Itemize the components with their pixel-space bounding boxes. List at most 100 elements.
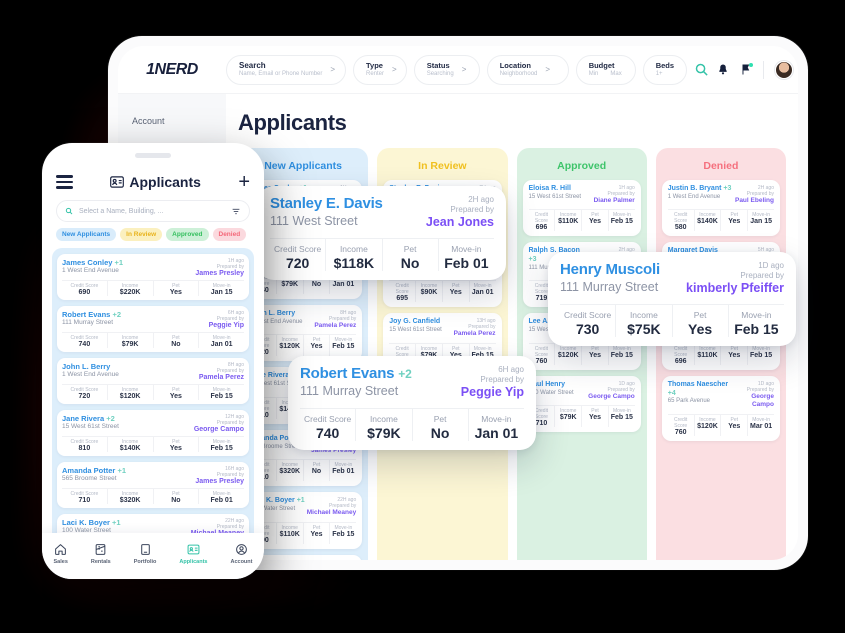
floating-card-stanley[interactable]: Stanley E. Davis 111 West Street 2H ago … [258,186,506,280]
stat-movein: Move-inJan 01 [474,413,519,441]
applicant-address: 1 West End Avenue [667,193,721,200]
stat-income: Income $90K [416,281,443,303]
phone-applicant-card[interactable]: Jane Rivera +2 15 West 61st Street 12H ago… [57,410,249,456]
icon-divider [762,60,764,79]
floating-card-robert[interactable]: Robert Evans +2 111 Murray Street 6H ago… [288,356,536,450]
filter-type-label: Type [366,60,383,70]
applicant-preparer: Peggie Yip [208,322,244,329]
stat-pet: PetNo [154,489,200,504]
stat-income: Income$110K [277,522,304,544]
page-title: Applicants [238,110,347,135]
screenshot-stage: 1NERD Search Name, Email or Phone Number… [0,0,845,633]
phone-tab-approved[interactable]: Approved [166,228,209,241]
stat-pet: PetYes [304,335,331,357]
applicant-card[interactable]: Eloisa R. Hill 15 West 61st Street 1H ago… [522,180,641,237]
applicant-card[interactable]: Justin B. Bryant +3 1 West End Avenue 2H a… [661,180,780,237]
stat-income: Income$110K [695,343,722,365]
phone-applicant-card[interactable]: Amanda Potter +1 565 Broome Street 16H ago… [57,462,249,508]
phone-applicant-list[interactable]: James Conley +1 1 West End Avenue 1H ago Pr… [52,248,254,579]
applicant-name: Robert Evans +2 [62,310,122,319]
flag-icon[interactable] [740,63,753,76]
stat-movein: Move-inJan 15 [750,212,772,226]
applicant-card[interactable]: Thomas Naescher +4 65 Park Avenue 1D ago Pr… [661,375,780,441]
stat-income: Income $120K [108,385,154,400]
applicant-preparer: George Campo [588,392,635,400]
hamburger-menu-icon[interactable] [56,175,73,189]
filter-search-placeholder: Name, Email or Phone Number [239,71,323,78]
top-bar: 1NERD Search Name, Email or Phone Number… [118,46,798,94]
floating-card-address: 111 Murray Street [560,280,659,294]
filter-bar: Search Name, Email or Phone Number > Typ… [226,54,717,85]
floating-card-ago: 2H ago [468,195,494,204]
filter-status-label: Status [426,60,450,70]
stat-pet: PetNo [383,238,439,271]
stat-income: Income$79K [555,406,583,428]
applicant-name: Eloisa R. Hill [528,185,571,192]
filter-location[interactable]: Location Neighborhood > [486,54,569,85]
stat-movein: Move-inFeb 01 [332,462,355,476]
floating-card-henry[interactable]: Henry Muscoli 111 Murray Street 1D ago P… [548,252,796,346]
phone-page-title: Applicants [73,174,238,190]
phone-applicant-card[interactable]: Robert Evans +2 111 Murray Street 6H ago Pr… [57,306,249,352]
stat-pet: PetYes [673,304,729,337]
nav-item-label: Account [230,559,253,565]
filter-budget[interactable]: Budget Min Max [575,54,636,85]
filter-beds[interactable]: Beds 1+ [642,54,687,85]
applicant-name: Laci K. Boyer +1 [62,518,121,527]
stat-income: Income$110K [555,210,583,232]
stat-income: Income$220K [108,281,154,296]
nav-item-account[interactable]: Account [230,543,252,565]
phone-search-input[interactable]: Select a Name, Building, ... [56,200,250,222]
nav-item-label: Sales [53,559,68,565]
applicant-preparer: George Campo [751,392,774,409]
applicant-preparer: Paul Ebeling [734,197,774,204]
applicant-address: 65 Park Avenue [667,398,711,405]
filter-search-label: Search [239,60,266,70]
filter-type[interactable]: Type Renter > [353,54,407,85]
phone-tab-denied[interactable]: Denied [212,228,247,241]
applicant-preparer: George Campo [193,426,244,433]
brand-logo[interactable]: 1NERD [118,61,226,79]
kanban-column-approved: Approved Eloisa R. Hill 15 West 61st Stre… [516,148,647,560]
nav-item-sales[interactable]: Sales [54,543,68,565]
stat-movein: Move-inFeb 01 [444,243,489,271]
phone-tab-new[interactable]: New Applicants [56,228,117,241]
stat-movein: Move-inFeb 01 [210,491,233,504]
chevron-right-icon: > [461,65,467,74]
stat-pet: PetYes [582,343,609,365]
phone-applicant-card[interactable]: John L. Berry 1 West End Avenue 8H ago Pre… [57,358,249,404]
stat-pet: PetYes [154,281,200,296]
stat-pet: PetNo [304,460,331,482]
search-icon[interactable] [694,62,709,77]
filter-location-placeholder: Neighborhood [499,70,538,77]
stat-credit-score: Credit Score810 [62,437,108,452]
floating-card-address: 111 Murray Street [300,384,399,398]
stat-income: Income$118K [326,238,383,271]
filter-beds-placeholder: 1+ [655,70,663,77]
nav-item-portfolio[interactable]: Portfolio [134,543,156,565]
phone-applicant-card[interactable]: James Conley +1 1 West End Avenue 1H ago Pr… [57,254,249,300]
applicant-name: James Conley +1 [62,258,124,267]
phone-tab-review[interactable]: In Review [120,228,163,241]
filter-search[interactable]: Search Name, Email or Phone Number > [226,54,346,85]
top-icon-group: Laura [717,60,798,79]
stat-pet: PetYes [582,210,609,232]
user-profile[interactable]: Laura [774,60,798,79]
home-icon [54,543,67,556]
nav-item-applicants[interactable]: Applicants [179,543,207,565]
filter-status[interactable]: Status Searching > [413,54,480,85]
add-applicant-button[interactable]: + [238,172,250,192]
chevron-right-icon: > [330,65,336,74]
stat-income: Income$140K [108,437,154,452]
applicant-card[interactable]: Paul Henry 100 Water Street 1D ago Prepare… [522,375,641,433]
applicant-name: John L. Berry [62,362,111,371]
stat-movein: Move-inFeb 15 [210,439,233,452]
stat-movein: Move-inFeb 15 [332,524,355,538]
sidebar-item-account[interactable]: Account [132,116,226,126]
stat-pet: PetYes [721,414,749,436]
floating-card-preparer: kimberly Pfeiffer [686,281,784,295]
chevron-right-icon: > [545,65,551,74]
nav-item-rentals[interactable]: Rentals [91,543,111,565]
bell-icon[interactable] [717,63,729,76]
stat-credit-score: Credit Score 760 [668,414,695,436]
